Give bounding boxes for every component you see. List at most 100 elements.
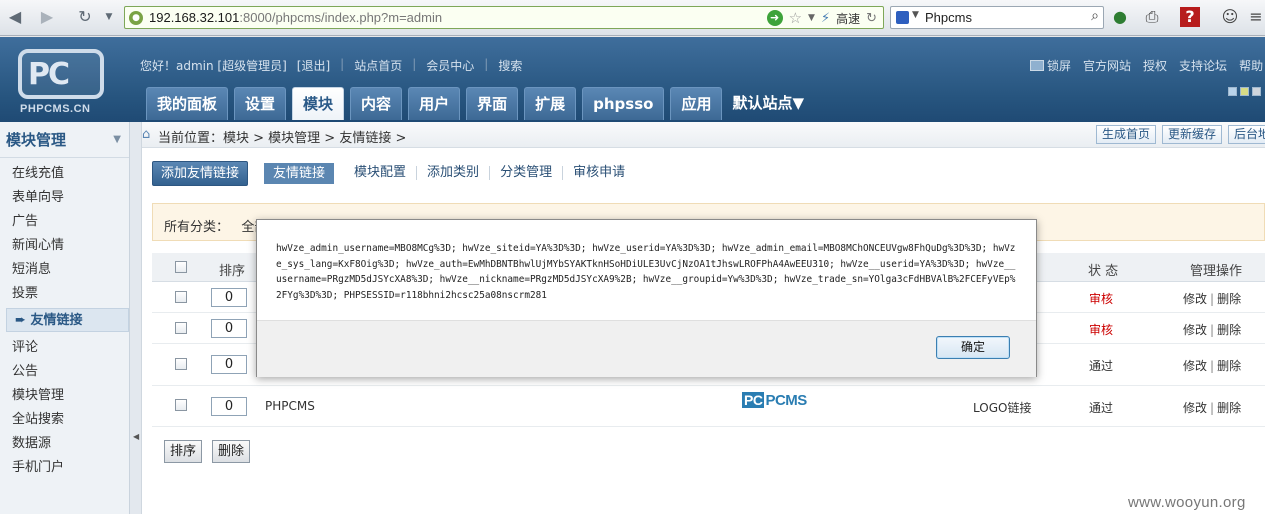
- tab-my-panel[interactable]: 我的面板: [146, 87, 229, 120]
- subnav-review-applications[interactable]: 审核申请: [562, 166, 635, 180]
- batch-delete-button[interactable]: 删除: [212, 440, 251, 463]
- sidebar-item-vote[interactable]: 投票: [0, 282, 129, 306]
- sidebar-item-messages[interactable]: 短消息: [0, 258, 129, 282]
- speed-mode-label[interactable]: 高速: [836, 10, 860, 27]
- alert-dialog: hwVze_admin_username=MBO8MCg%3D; hwVze_s…: [256, 219, 1037, 377]
- row-order-input[interactable]: 0: [211, 355, 247, 374]
- delete-link[interactable]: 删除: [1217, 292, 1241, 306]
- row-checkbox[interactable]: [175, 399, 187, 411]
- update-cache-button[interactable]: 更新缓存: [1162, 125, 1223, 144]
- row-order-input[interactable]: 0: [211, 288, 247, 307]
- address-bar[interactable]: ● 192.168.32.101:8000/phpcms/index.php?m…: [124, 6, 884, 29]
- forward-icon[interactable]: ▶: [36, 6, 58, 28]
- theme-icon[interactable]: ☺: [1220, 7, 1240, 27]
- sidebar-item-module-management[interactable]: 模块管理: [0, 384, 129, 408]
- lock-screen-link[interactable]: 锁屏: [1030, 57, 1071, 74]
- sidebar-item-data-source[interactable]: 数据源: [0, 432, 129, 456]
- edit-link[interactable]: 修改: [1183, 401, 1207, 415]
- lock-screen-label: 锁屏: [1047, 59, 1072, 73]
- browser-search-input[interactable]: [925, 9, 1075, 26]
- forum-link[interactable]: 支持论坛: [1179, 57, 1227, 74]
- edit-link[interactable]: 修改: [1183, 292, 1207, 306]
- reload-menu-icon[interactable]: ↻: [74, 6, 96, 28]
- extension-icon[interactable]: ?: [1180, 7, 1200, 27]
- tab-settings[interactable]: 设置: [234, 87, 287, 120]
- table-actions: 排序 删除: [164, 440, 251, 463]
- row-checkbox[interactable]: [175, 291, 187, 303]
- main-tabs: 我的面板 设置 模块 内容 用户 界面 扩展 phpsso 应用 默认站点▼: [146, 87, 808, 120]
- row-order-input[interactable]: 0: [211, 397, 247, 416]
- sidebar-item-mobile-portal[interactable]: 手机门户: [0, 456, 129, 480]
- help-link[interactable]: 帮助: [1239, 57, 1263, 74]
- row-logo-image[interactable]: PC PCMS: [742, 392, 807, 409]
- edit-link[interactable]: 修改: [1183, 359, 1207, 373]
- tab-users[interactable]: 用户: [408, 87, 461, 120]
- row-link-type: LOGO链接: [973, 401, 1032, 415]
- sidebar-toggle[interactable]: ◀: [130, 122, 142, 514]
- tab-extensions[interactable]: 扩展: [524, 87, 577, 120]
- edit-link[interactable]: 修改: [1183, 323, 1207, 337]
- subnav-current-friend-links[interactable]: 友情链接: [264, 162, 335, 184]
- sidebar-item-announcements[interactable]: 公告: [0, 360, 129, 384]
- subnav-add-category[interactable]: 添加类别: [416, 166, 489, 180]
- print-icon[interactable]: ⎙: [1142, 7, 1162, 27]
- shield-icon[interactable]: ●: [1110, 7, 1130, 27]
- ok-button[interactable]: 确定: [936, 336, 1010, 359]
- site-select-dropdown[interactable]: 默认站点▼: [728, 87, 808, 120]
- menu-icon[interactable]: ≡: [1246, 7, 1265, 27]
- bookmark-star-icon[interactable]: ☆: [789, 9, 802, 27]
- search-engine-icon[interactable]: [896, 11, 909, 24]
- refresh-icon[interactable]: ↻: [866, 11, 877, 26]
- speed-icon[interactable]: ⚡: [821, 11, 830, 26]
- delete-link[interactable]: 删除: [1217, 359, 1241, 373]
- tab-content[interactable]: 内容: [350, 87, 403, 120]
- admin-map-button[interactable]: 后台地图: [1228, 125, 1265, 144]
- row-checkbox[interactable]: [175, 358, 187, 370]
- row-order-input[interactable]: 0: [211, 319, 247, 338]
- skin-yellow-icon[interactable]: [1240, 87, 1249, 96]
- tab-phpsso[interactable]: phpsso: [582, 87, 665, 120]
- history-dropdown-icon[interactable]: ▼: [98, 6, 120, 28]
- row-link-name[interactable]: PHPCMS: [265, 399, 315, 413]
- link-separator: |: [412, 57, 417, 71]
- license-link[interactable]: 授权: [1143, 57, 1167, 74]
- skin-blue-icon[interactable]: [1228, 87, 1237, 96]
- address-text[interactable]: 192.168.32.101:8000/phpcms/index.php?m=a…: [149, 10, 442, 25]
- select-all-checkbox[interactable]: [175, 261, 187, 273]
- row-checkbox[interactable]: [175, 322, 187, 334]
- tab-interface[interactable]: 界面: [466, 87, 519, 120]
- official-site-link[interactable]: 官方网站: [1083, 57, 1131, 74]
- sidebar-item-online-recharge[interactable]: 在线充值: [0, 162, 129, 186]
- site-home-link[interactable]: 站点首页: [354, 57, 402, 74]
- sidebar-item-friend-links[interactable]: ➨ 友情链接: [6, 308, 129, 332]
- go-icon[interactable]: ➜: [766, 10, 783, 26]
- delete-link[interactable]: 删除: [1217, 401, 1241, 415]
- browser-search-box[interactable]: ▼ ⌕: [890, 6, 1104, 29]
- generate-homepage-button[interactable]: 生成首页: [1096, 125, 1157, 144]
- sidebar-collapse-icon[interactable]: ▼: [113, 122, 121, 158]
- engine-dropdown-icon[interactable]: ▼: [912, 10, 919, 20]
- phpcms-logo[interactable]: PC PHPCMS.CN: [18, 49, 106, 115]
- subnav-module-config[interactable]: 模块配置: [344, 166, 416, 180]
- search-link[interactable]: 搜索: [498, 57, 522, 74]
- sidebar-item-comments[interactable]: 评论: [0, 336, 129, 360]
- sidebar-item-ads[interactable]: 广告: [0, 210, 129, 234]
- tab-modules[interactable]: 模块: [292, 87, 345, 120]
- skin-gray-icon[interactable]: [1252, 87, 1261, 96]
- sidebar-item-site-search[interactable]: 全站搜索: [0, 408, 129, 432]
- add-friend-link-button[interactable]: 添加友情链接: [152, 160, 249, 186]
- sort-button[interactable]: 排序: [164, 440, 203, 463]
- watermark: www.wooyun.org: [1128, 494, 1246, 511]
- member-center-link[interactable]: 会员中心: [426, 57, 474, 74]
- search-icon[interactable]: ⌕: [1091, 8, 1099, 24]
- logout-link[interactable]: [退出]: [297, 57, 330, 74]
- back-icon[interactable]: ◀: [4, 6, 26, 28]
- row-actions: 修改 | 删除: [1183, 321, 1241, 338]
- sidebar-item-form-wizard[interactable]: 表单向导: [0, 186, 129, 210]
- sidebar-item-label: 友情链接: [30, 313, 83, 328]
- subnav-category-management[interactable]: 分类管理: [489, 166, 562, 180]
- url-dropdown-icon[interactable]: ▼: [808, 13, 815, 23]
- delete-link[interactable]: 删除: [1217, 323, 1241, 337]
- tab-apps[interactable]: 应用: [670, 87, 723, 120]
- sidebar-item-news-mood[interactable]: 新闻心情: [0, 234, 129, 258]
